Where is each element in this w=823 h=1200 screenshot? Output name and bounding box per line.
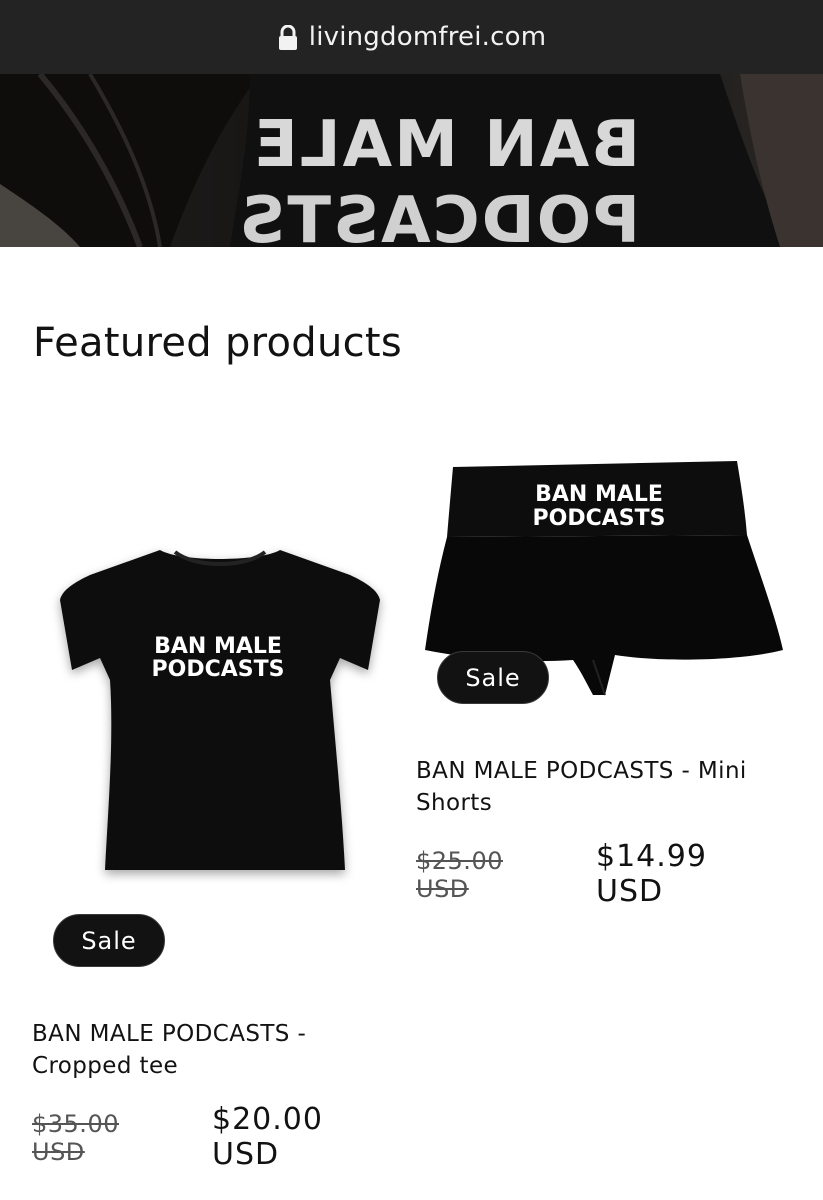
lock-icon	[277, 24, 299, 51]
product-title-cropped-tee[interactable]: BAN MALE PODCASTS - Cropped tee	[32, 1018, 412, 1082]
address-bar[interactable]: livingdomfrei.com	[0, 0, 823, 74]
tee-print-line-2: PODCASTS	[152, 657, 285, 682]
sale-badge: Sale	[437, 651, 549, 704]
hero-shirt-line-1: BAN MALE	[252, 108, 640, 182]
compare-at-price: $35.00 USD	[32, 1110, 119, 1166]
shorts-print-line-1: BAN MALE	[535, 482, 663, 507]
url-text: livingdomfrei.com	[308, 22, 547, 52]
compare-at-price: $25.00 USD	[416, 847, 503, 903]
sale-price: $20.00 USD	[212, 1102, 323, 1172]
sale-price: $14.99 USD	[596, 839, 707, 909]
section-heading: Featured products	[33, 320, 403, 366]
hero-image: BAN MALE PODCASTS	[0, 74, 823, 247]
product-title-mini-shorts[interactable]: BAN MALE PODCASTS - Mini Shorts	[416, 755, 786, 819]
hero-shirt-line-2: PODCASTS	[237, 184, 640, 247]
shorts-print-line-2: PODCASTS	[533, 506, 666, 531]
sale-badge: Sale	[53, 914, 165, 967]
product-image-cropped-tee[interactable]: BAN MALE PODCASTS	[50, 540, 390, 885]
tee-print-line-1: BAN MALE	[154, 634, 282, 659]
